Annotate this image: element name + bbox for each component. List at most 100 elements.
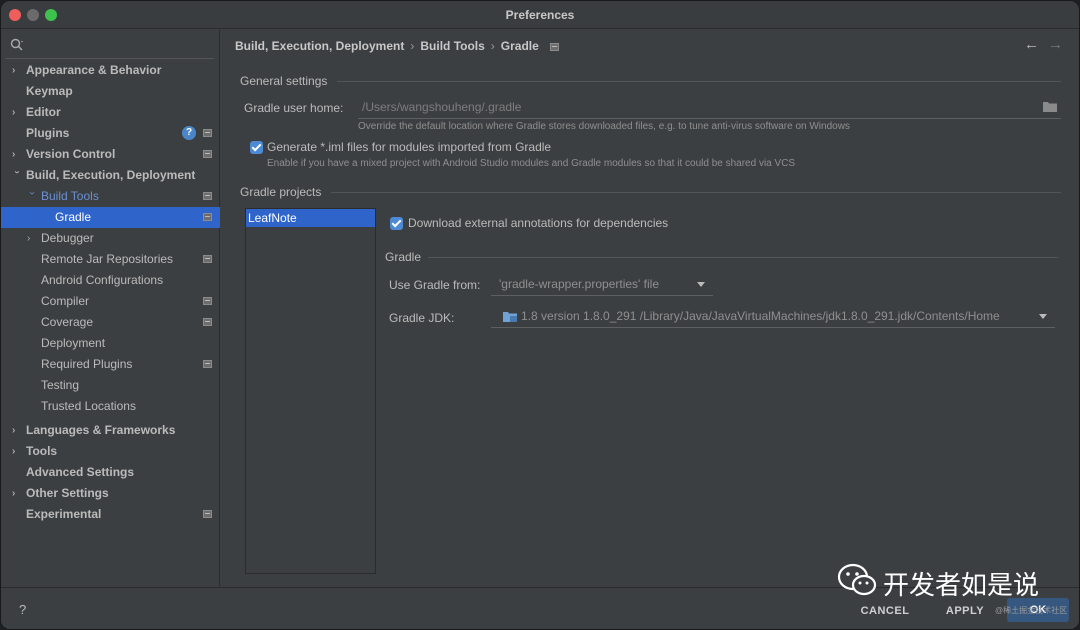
sidebar-item-tools[interactable]: › Tools bbox=[1, 441, 220, 462]
sidebar-item-build-execution-deployment[interactable]: › Build, Execution, Deployment bbox=[1, 165, 220, 186]
sidebar-item-keymap[interactable]: Keymap bbox=[1, 81, 220, 102]
sidebar-item-required-plugins[interactable]: Required Plugins bbox=[1, 354, 220, 375]
sidebar-item-languages-frameworks[interactable]: › Languages & Frameworks bbox=[1, 420, 220, 441]
sidebar-item-label: Build, Execution, Deployment bbox=[26, 168, 196, 182]
section-divider bbox=[337, 81, 1061, 82]
sidebar-item-appearance-behavior[interactable]: › Appearance & Behavior bbox=[1, 60, 220, 81]
sidebar-item-debugger[interactable]: › Debugger bbox=[1, 228, 220, 249]
use-gradle-from-dropdown[interactable]: 'gradle-wrapper.properties' file bbox=[491, 274, 713, 296]
sidebar-item-label: Appearance & Behavior bbox=[26, 63, 162, 77]
sidebar-item-label: Plugins bbox=[26, 126, 70, 140]
gradle-subsection-title: Gradle bbox=[385, 250, 422, 264]
sidebar-item-other-settings[interactable]: › Other Settings bbox=[1, 483, 220, 504]
sidebar-item-testing[interactable]: Testing bbox=[1, 375, 220, 396]
project-scope-icon bbox=[203, 297, 212, 305]
sidebar-item-experimental[interactable]: Experimental bbox=[1, 504, 220, 525]
sidebar-item-label: Tools bbox=[26, 444, 58, 458]
project-scope-icon bbox=[203, 360, 212, 368]
search-icon bbox=[10, 38, 23, 51]
settings-search[interactable] bbox=[1, 34, 220, 59]
sidebar-item-label: Coverage bbox=[41, 315, 94, 329]
folder-icon[interactable] bbox=[1043, 100, 1057, 112]
sidebar-item-coverage[interactable]: Coverage bbox=[1, 312, 220, 333]
breadcrumb-item: Build, Execution, Deployment bbox=[235, 39, 405, 53]
search-input[interactable] bbox=[27, 36, 212, 56]
project-scope-icon bbox=[550, 43, 560, 51]
chevron-down-icon bbox=[1039, 314, 1047, 319]
gradle-user-home-field[interactable] bbox=[358, 97, 1061, 119]
window-title: Preferences bbox=[505, 8, 575, 22]
sidebar-item-compiler[interactable]: Compiler bbox=[1, 291, 220, 312]
help-badge-icon: ? bbox=[182, 126, 196, 140]
sidebar-item-label: Build Tools bbox=[41, 189, 99, 203]
gradle-jdk-label: Gradle JDK: bbox=[389, 311, 455, 325]
sidebar-item-label: Required Plugins bbox=[41, 357, 133, 371]
project-scope-icon bbox=[203, 318, 212, 326]
breadcrumb-separator: › bbox=[490, 39, 495, 53]
sidebar-item-label: Remote Jar Repositories bbox=[41, 252, 174, 266]
section-divider bbox=[428, 257, 1058, 258]
sidebar-item-label: Trusted Locations bbox=[41, 399, 136, 413]
cancel-button[interactable]: CANCEL bbox=[855, 601, 915, 621]
gradle-jdk-dropdown[interactable]: 1.8 version 1.8.0_291 /Library/Java/Java… bbox=[491, 306, 1055, 328]
chevron-down-icon bbox=[697, 282, 705, 287]
download-annotations-label: Download external annotations for depend… bbox=[408, 216, 669, 230]
sidebar-item-version-control[interactable]: › Version Control bbox=[1, 144, 220, 165]
gradle-user-home-label: Gradle user home: bbox=[244, 101, 344, 115]
gradle-user-home-input[interactable] bbox=[358, 97, 1061, 117]
apply-button[interactable]: APPLY bbox=[939, 601, 991, 621]
watermark: 开发者如是说 bbox=[837, 561, 1077, 601]
section-divider bbox=[331, 192, 1061, 193]
help-button[interactable]: ? bbox=[19, 602, 26, 617]
download-annotations-checkbox[interactable] bbox=[390, 217, 403, 230]
sidebar-item-advanced-settings[interactable]: Advanced Settings bbox=[1, 462, 220, 483]
project-scope-icon bbox=[203, 192, 212, 200]
general-settings-title: General settings bbox=[240, 74, 328, 88]
generate-iml-label: Generate *.iml files for modules importe… bbox=[267, 140, 552, 154]
sidebar-item-remote-jar-repositories[interactable]: Remote Jar Repositories bbox=[1, 249, 220, 270]
project-scope-icon bbox=[203, 213, 212, 221]
sidebar-item-label: Editor bbox=[26, 105, 61, 119]
gradle-projects-title: Gradle projects bbox=[240, 185, 322, 199]
sidebar-item-plugins[interactable]: Plugins ? bbox=[1, 123, 220, 144]
sidebar-item-label: Advanced Settings bbox=[26, 465, 135, 479]
gradle-user-home-hint: Override the default location where Grad… bbox=[358, 121, 850, 132]
watermark-text: 开发者如是说 bbox=[883, 571, 1040, 601]
chevron-right-icon: › bbox=[12, 149, 16, 160]
generate-iml-checkbox[interactable] bbox=[250, 141, 263, 154]
sidebar-item-label: Testing bbox=[41, 378, 80, 392]
sidebar-item-label: Experimental bbox=[26, 507, 102, 521]
sidebar-item-build-tools[interactable]: › Build Tools bbox=[1, 186, 220, 207]
list-item[interactable]: LeafNote bbox=[246, 209, 375, 227]
chevron-right-icon: › bbox=[12, 65, 16, 76]
forward-arrow-icon[interactable]: → bbox=[1048, 36, 1063, 53]
sidebar-item-android-configurations[interactable]: Android Configurations bbox=[1, 270, 220, 291]
sidebar-item-deployment[interactable]: Deployment bbox=[1, 333, 220, 354]
sidebar-item-label: Compiler bbox=[41, 294, 90, 308]
sidebar-item-label: Version Control bbox=[26, 147, 116, 161]
project-scope-icon bbox=[203, 255, 212, 263]
gradle-jdk-value: 1.8 version 1.8.0_291 /Library/Java/Java… bbox=[521, 309, 1000, 323]
back-arrow-icon[interactable]: ← bbox=[1024, 36, 1039, 53]
project-scope-icon bbox=[203, 510, 212, 518]
sidebar-item-label: Android Configurations bbox=[41, 273, 164, 287]
chevron-right-icon: › bbox=[12, 425, 16, 436]
chevron-right-icon: › bbox=[12, 488, 16, 499]
sidebar-item-label: Gradle bbox=[55, 210, 92, 224]
chevron-right-icon: › bbox=[12, 107, 16, 118]
wechat-logo-icon bbox=[837, 563, 877, 596]
sidebar-item-editor[interactable]: › Editor bbox=[1, 102, 220, 123]
gradle-projects-list[interactable]: LeafNote bbox=[245, 208, 376, 574]
chevron-right-icon: › bbox=[12, 446, 16, 457]
generate-iml-hint: Enable if you have a mixed project with … bbox=[267, 158, 796, 169]
chevron-down-icon: › bbox=[26, 191, 38, 195]
sidebar-item-trusted-locations[interactable]: Trusted Locations bbox=[1, 396, 220, 417]
breadcrumb-item: Gradle bbox=[500, 39, 539, 53]
chevron-down-icon: › bbox=[11, 170, 23, 174]
use-gradle-from-value: 'gradle-wrapper.properties' file bbox=[499, 277, 659, 291]
breadcrumb: Build, Execution, Deployment › Build Tools… bbox=[235, 39, 560, 53]
sidebar-item-gradle[interactable]: Gradle bbox=[1, 207, 220, 228]
sidebar-item-label: Keymap bbox=[26, 84, 73, 98]
sidebar-item-label: Deployment bbox=[41, 336, 106, 350]
sidebar-item-label: Languages & Frameworks bbox=[26, 423, 176, 437]
